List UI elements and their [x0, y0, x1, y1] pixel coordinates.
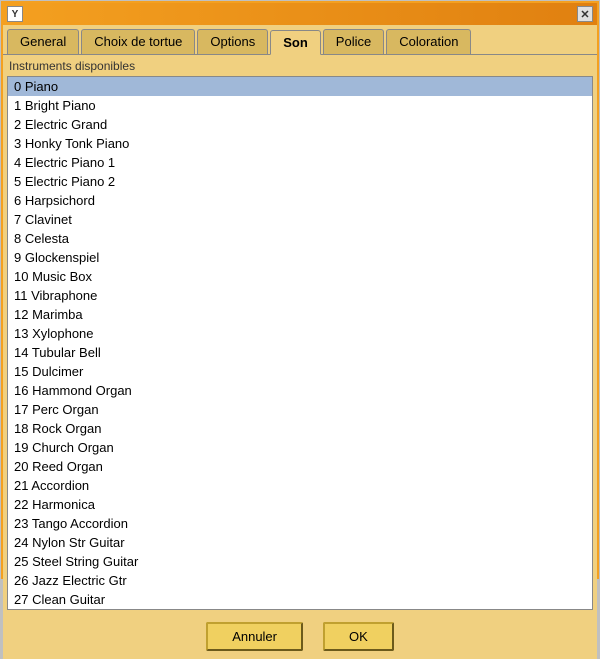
- tabs-row: General Choix de tortue Options Son Poli…: [3, 25, 597, 54]
- list-item[interactable]: 6 Harpsichord: [8, 191, 592, 210]
- button-row: Annuler OK: [3, 614, 597, 659]
- list-item[interactable]: 3 Honky Tonk Piano: [8, 134, 592, 153]
- list-item[interactable]: 19 Church Organ: [8, 438, 592, 457]
- list-item[interactable]: 7 Clavinet: [8, 210, 592, 229]
- list-item[interactable]: 21 Accordion: [8, 476, 592, 495]
- list-item[interactable]: 13 Xylophone: [8, 324, 592, 343]
- list-item[interactable]: 0 Piano: [8, 77, 592, 96]
- tab-options[interactable]: Options: [197, 29, 268, 54]
- tab-coloration[interactable]: Coloration: [386, 29, 471, 54]
- list-item[interactable]: 10 Music Box: [8, 267, 592, 286]
- list-item[interactable]: 11 Vibraphone: [8, 286, 592, 305]
- list-item[interactable]: 20 Reed Organ: [8, 457, 592, 476]
- section-label: Instruments disponibles: [7, 59, 593, 73]
- list-item[interactable]: 17 Perc Organ: [8, 400, 592, 419]
- list-item[interactable]: 24 Nylon Str Guitar: [8, 533, 592, 552]
- title-bar: Y ✕: [3, 3, 597, 25]
- tab-police[interactable]: Police: [323, 29, 384, 54]
- list-item[interactable]: 26 Jazz Electric Gtr: [8, 571, 592, 590]
- list-item[interactable]: 22 Harmonica: [8, 495, 592, 514]
- main-window: Y ✕ General Choix de tortue Options Son …: [1, 1, 599, 579]
- app-icon: Y: [7, 6, 23, 22]
- cancel-button[interactable]: Annuler: [206, 622, 303, 651]
- list-item[interactable]: 12 Marimba: [8, 305, 592, 324]
- list-item[interactable]: 25 Steel String Guitar: [8, 552, 592, 571]
- list-item[interactable]: 2 Electric Grand: [8, 115, 592, 134]
- list-item[interactable]: 18 Rock Organ: [8, 419, 592, 438]
- tab-general[interactable]: General: [7, 29, 79, 54]
- list-item[interactable]: 15 Dulcimer: [8, 362, 592, 381]
- list-item[interactable]: 4 Electric Piano 1: [8, 153, 592, 172]
- list-item[interactable]: 9 Glockenspiel: [8, 248, 592, 267]
- list-item[interactable]: 23 Tango Accordion: [8, 514, 592, 533]
- close-button[interactable]: ✕: [577, 6, 593, 22]
- list-item[interactable]: 14 Tubular Bell: [8, 343, 592, 362]
- content-area: Instruments disponibles 0 Piano1 Bright …: [3, 54, 597, 614]
- list-item[interactable]: 27 Clean Guitar: [8, 590, 592, 609]
- list-item[interactable]: 8 Celesta: [8, 229, 592, 248]
- tab-choix-tortue[interactable]: Choix de tortue: [81, 29, 195, 54]
- list-item[interactable]: 1 Bright Piano: [8, 96, 592, 115]
- ok-button[interactable]: OK: [323, 622, 394, 651]
- instrument-list[interactable]: 0 Piano1 Bright Piano2 Electric Grand3 H…: [7, 76, 593, 610]
- list-item[interactable]: 5 Electric Piano 2: [8, 172, 592, 191]
- tab-son[interactable]: Son: [270, 30, 321, 55]
- list-item[interactable]: 16 Hammond Organ: [8, 381, 592, 400]
